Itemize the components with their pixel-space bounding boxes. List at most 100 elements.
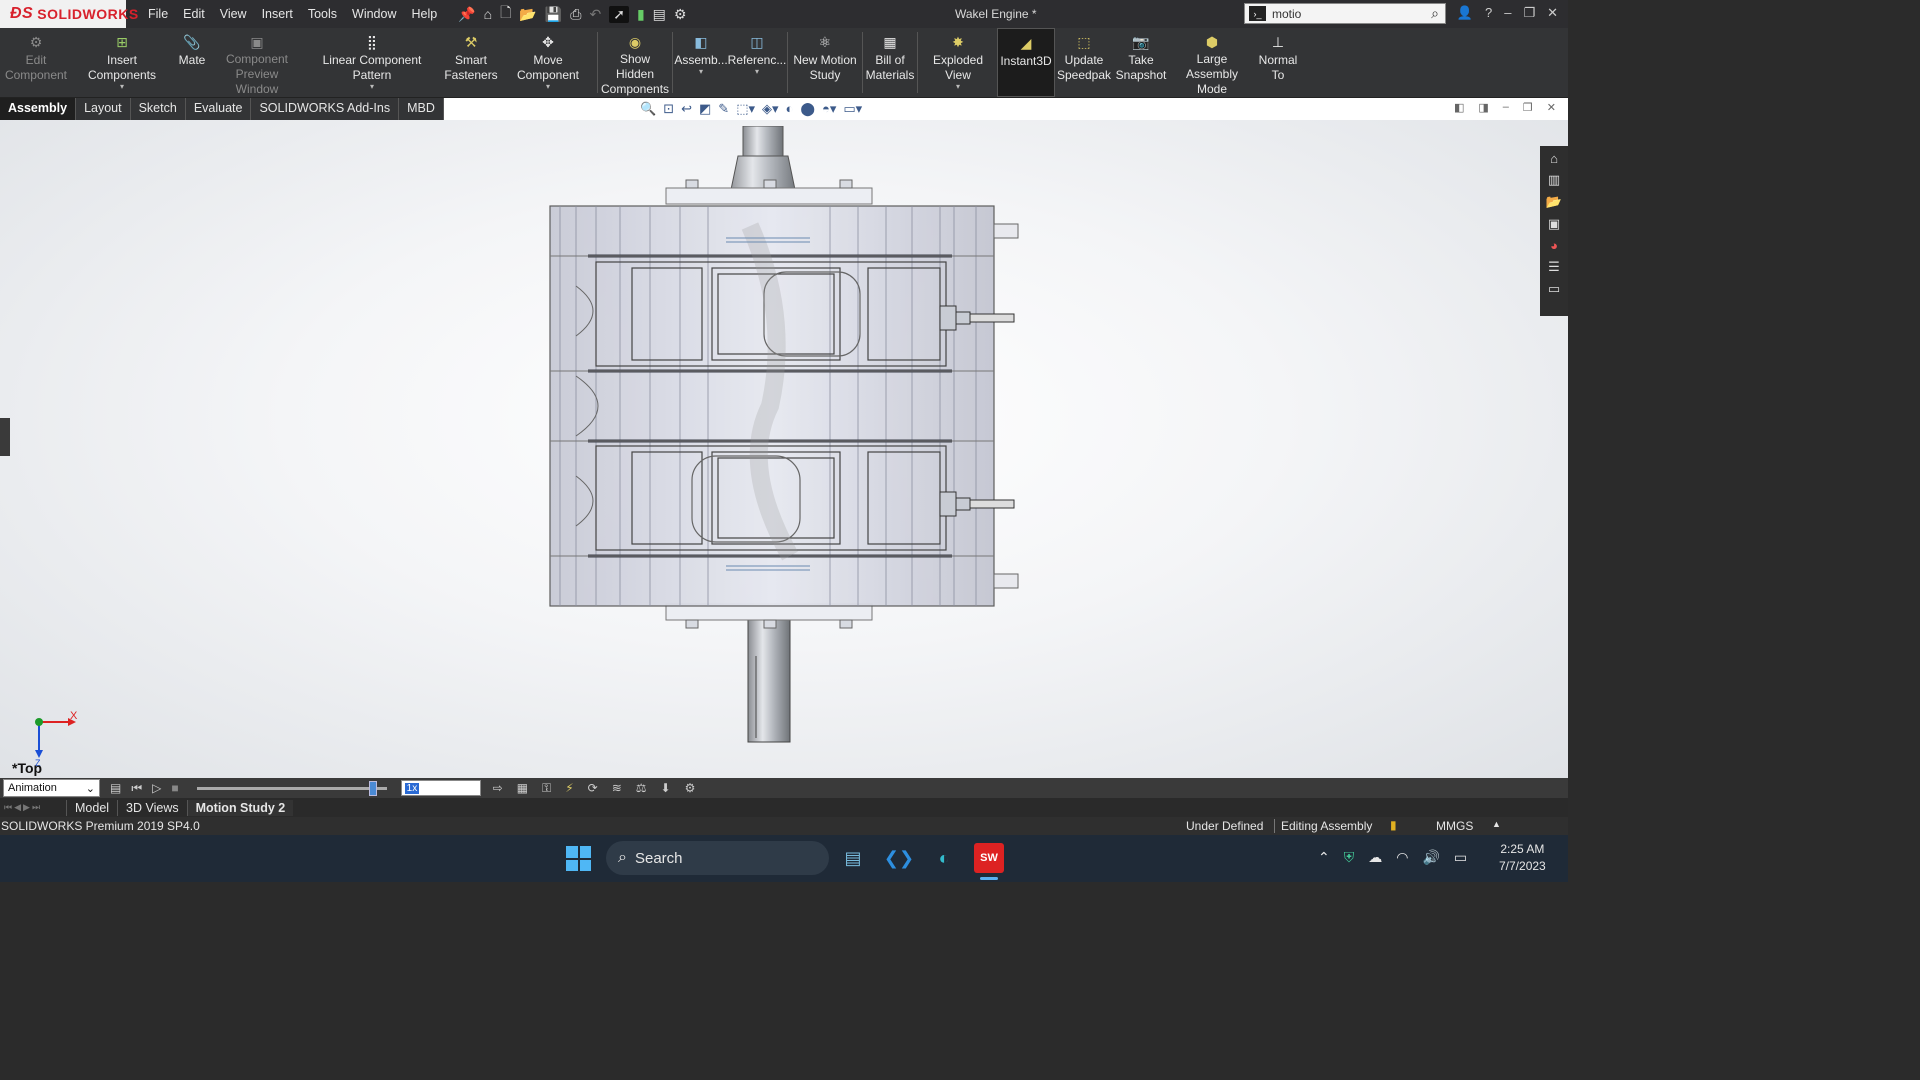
linear-component-pattern-button[interactable]: ⣿ Linear Component Pattern ▾ bbox=[302, 28, 442, 97]
playback-speed-slider[interactable] bbox=[196, 779, 387, 797]
show-hidden-components-button[interactable]: ◉ Show Hidden Components bbox=[599, 28, 671, 97]
update-speedpak-button[interactable]: ⬚ Update Speedpak bbox=[1055, 28, 1113, 97]
save-animation-icon[interactable]: ⇨ bbox=[493, 781, 503, 796]
mate-button[interactable]: 📎 Mate bbox=[172, 28, 212, 97]
chevron-down-icon[interactable]: ▾ bbox=[370, 83, 374, 91]
file-properties-icon[interactable]: ▤ bbox=[653, 6, 666, 23]
rebuild-icon[interactable]: ▮ bbox=[637, 6, 645, 23]
exploded-view-button[interactable]: ✸ Exploded View ▾ bbox=[919, 28, 997, 97]
chevron-up-icon[interactable]: ▲ bbox=[1492, 819, 1501, 829]
tab-layout[interactable]: Layout bbox=[76, 98, 131, 120]
graphics-area[interactable]: X Z *Top ⌂ ▥ 📂 ▣ ◕ ☰ ▭ bbox=[0, 120, 1568, 778]
vscode-icon[interactable]: ❮❯ bbox=[884, 843, 914, 873]
taskbar-search[interactable]: ⌕ Search bbox=[606, 841, 829, 875]
zoom-to-fit-icon[interactable]: 🔍 bbox=[640, 101, 656, 117]
tab-mbd[interactable]: MBD bbox=[399, 98, 444, 120]
search-commands-box[interactable]: ›_ motio ⌕ bbox=[1244, 3, 1446, 24]
chevron-down-icon[interactable]: ▾ bbox=[755, 68, 759, 76]
previous-view-icon[interactable]: ↩ bbox=[681, 101, 692, 117]
large-assembly-mode-button[interactable]: ⬢ Large Assembly Mode bbox=[1169, 28, 1255, 97]
display-style-icon[interactable]: ◈▾ bbox=[762, 101, 779, 117]
move-component-button[interactable]: ✥ Move Component ▾ bbox=[500, 28, 596, 97]
file-explorer-icon[interactable]: 📂 bbox=[1546, 194, 1562, 210]
home-icon[interactable]: ⌂ bbox=[484, 6, 492, 22]
edit-appearance-icon[interactable]: ⬤ bbox=[800, 101, 815, 117]
print-icon[interactable]: ⎙ bbox=[570, 6, 581, 23]
assembly-features-button[interactable]: ◧ Assemb... ▾ bbox=[674, 28, 728, 97]
last-tab-icon[interactable]: ⏭ bbox=[32, 802, 40, 813]
feature-manager-toggle-handle[interactable] bbox=[0, 418, 10, 456]
menu-window[interactable]: Window bbox=[352, 7, 396, 21]
previous-tab-icon[interactable]: ◀ bbox=[14, 802, 21, 813]
forum-icon[interactable]: ▭ bbox=[1548, 281, 1560, 297]
slider-thumb[interactable] bbox=[369, 781, 378, 796]
pin-icon[interactable]: 📌 bbox=[458, 6, 475, 23]
autokey-icon[interactable]: ⚿ bbox=[542, 781, 551, 796]
onedrive-cloud-icon[interactable]: ☁ bbox=[1368, 849, 1382, 866]
menu-help[interactable]: Help bbox=[412, 7, 438, 21]
bill-of-materials-button[interactable]: ▦ Bill of Materials bbox=[864, 28, 916, 97]
undo-icon[interactable]: ↶ bbox=[589, 6, 601, 23]
chevron-down-icon[interactable]: ▾ bbox=[546, 83, 550, 91]
next-tab-icon[interactable]: ▶ bbox=[23, 802, 30, 813]
motor-icon[interactable]: ⟳ bbox=[588, 781, 598, 796]
open-icon[interactable]: 📂 bbox=[519, 6, 536, 23]
options-gear-icon[interactable]: ⚙ bbox=[674, 6, 687, 23]
chevron-down-icon[interactable]: ▾ bbox=[956, 83, 960, 91]
tab-evaluate[interactable]: Evaluate bbox=[186, 98, 252, 120]
tab-solidworks-add-ins[interactable]: SOLIDWORKS Add-Ins bbox=[251, 98, 400, 120]
unit-system[interactable]: MMGS bbox=[1436, 819, 1473, 833]
play-from-start-icon[interactable]: ⏮ bbox=[131, 781, 142, 796]
tab-sketch[interactable]: Sketch bbox=[131, 98, 186, 120]
viewport-restore-button[interactable]: ❐ bbox=[1523, 101, 1533, 114]
command-search-icon[interactable]: ›_ bbox=[1249, 6, 1266, 21]
chevron-down-icon[interactable]: ▾ bbox=[699, 68, 703, 76]
menu-insert[interactable]: Insert bbox=[262, 7, 293, 21]
solidworks-resources-icon[interactable]: ⌂ bbox=[1550, 151, 1558, 166]
save-icon[interactable]: 💾 bbox=[545, 6, 562, 23]
component-preview-window-button[interactable]: ▣ Component Preview Window bbox=[212, 28, 302, 97]
viewport-minimize-button[interactable]: – bbox=[1503, 101, 1509, 114]
tab-3d-views[interactable]: 3D Views bbox=[117, 799, 187, 816]
dynamic-annotation-icon[interactable]: ✎ bbox=[718, 101, 729, 117]
view-settings-icon[interactable]: ▭▾ bbox=[843, 101, 862, 117]
instant3d-button[interactable]: ◢ Instant3D bbox=[997, 28, 1055, 97]
menu-view[interactable]: View bbox=[220, 7, 247, 21]
start-button-windows-icon[interactable] bbox=[566, 846, 591, 871]
help-icon[interactable]: ? bbox=[1485, 5, 1492, 21]
solidworks-logo[interactable]: ƉS SOLIDWORKS bbox=[0, 0, 138, 28]
play-icon[interactable]: ▷ bbox=[152, 781, 161, 795]
smart-fasteners-button[interactable]: ⚒ Smart Fasteners bbox=[442, 28, 500, 97]
select-cursor-icon[interactable]: ➚ bbox=[609, 5, 629, 23]
new-document-icon[interactable]: 🗋 bbox=[500, 2, 511, 26]
wifi-icon[interactable]: ◠ bbox=[1396, 849, 1408, 866]
gravity-icon[interactable]: ⬇ bbox=[661, 781, 671, 796]
new-motion-study-button[interactable]: ⚛ New Motion Study bbox=[789, 28, 861, 97]
custom-properties-icon[interactable]: ☰ bbox=[1548, 259, 1560, 275]
study-properties-icon[interactable]: ⚙ bbox=[685, 781, 696, 796]
calculate-icon[interactable]: ▤ bbox=[110, 781, 121, 795]
contact-icon[interactable]: ⚖ bbox=[636, 781, 647, 796]
volume-icon[interactable]: 🔊 bbox=[1422, 849, 1439, 866]
solidworks-taskbar-icon[interactable]: SW bbox=[974, 843, 1004, 873]
reference-geometry-button[interactable]: ◫ Referenc... ▾ bbox=[728, 28, 787, 97]
chevron-down-icon[interactable]: ▾ bbox=[120, 83, 124, 91]
widgets-icon[interactable]: ▤ bbox=[838, 843, 868, 873]
design-library-icon[interactable]: ▥ bbox=[1548, 172, 1560, 188]
hide-show-items-icon[interactable]: ◐ bbox=[786, 101, 794, 117]
tab-motion-study-2[interactable]: Motion Study 2 bbox=[186, 799, 294, 816]
add-key-icon[interactable]: ⚡ bbox=[565, 781, 573, 796]
rebuild-indicator-icon[interactable]: ▮ bbox=[1390, 818, 1397, 832]
security-shield-icon[interactable]: ⛨ bbox=[1344, 849, 1355, 866]
section-view-icon[interactable]: ◩ bbox=[699, 101, 711, 117]
normal-to-button[interactable]: ⊥ Normal To bbox=[1255, 28, 1301, 97]
tile-right-icon[interactable]: ◨ bbox=[1478, 101, 1488, 114]
search-icon[interactable]: ⌕ bbox=[1431, 5, 1439, 22]
search-input[interactable]: motio bbox=[1272, 7, 1301, 21]
stop-icon[interactable]: ■ bbox=[171, 781, 178, 795]
user-icon[interactable]: 👤 bbox=[1457, 5, 1473, 21]
tab-assembly[interactable]: Assembly bbox=[0, 98, 77, 120]
take-snapshot-button[interactable]: 📷 Take Snapshot bbox=[1113, 28, 1169, 97]
insert-components-button[interactable]: ⊞ Insert Components ▾ bbox=[72, 28, 172, 97]
animation-wizard-icon[interactable]: ▦ bbox=[517, 781, 528, 796]
